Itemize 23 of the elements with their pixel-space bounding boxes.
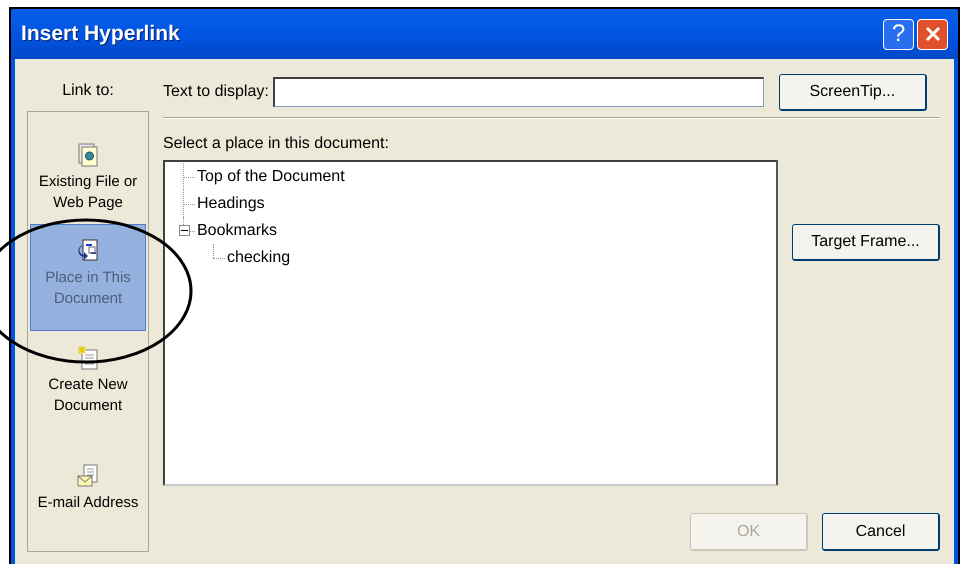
close-icon (924, 25, 942, 43)
dialog-button[interactable]: Cancel (822, 513, 940, 551)
tree-item[interactable]: Headings (195, 192, 267, 216)
screentip-button[interactable]: ScreenTip... (778, 74, 927, 110)
tree-item[interactable]: checking (225, 246, 292, 270)
help-button[interactable]: ? (883, 18, 914, 50)
target-frame-button[interactable]: Target Frame... (792, 224, 940, 261)
text-to-display-label: Text to display: (163, 82, 269, 102)
link-to-label: Link to: (61, 81, 115, 101)
link-to-option[interactable]: Existing File or Web Page (30, 128, 146, 224)
collapse-toggle[interactable] (178, 225, 190, 236)
tree-item[interactable]: Bookmarks (195, 218, 280, 242)
window-title: Insert Hyperlink (21, 21, 180, 48)
close-button[interactable] (917, 18, 948, 50)
link-to-option[interactable]: E-mail Address (30, 449, 146, 529)
link-to-option[interactable]: Create New Document (30, 331, 146, 449)
text-to-display-field[interactable] (272, 77, 764, 107)
document-arrow-icon (77, 239, 99, 263)
document-envelope-icon (77, 464, 99, 488)
document-globe-icon (78, 143, 98, 167)
place-list-label: Select a place in this document: (163, 134, 390, 154)
new-document-icon (77, 346, 99, 370)
tree-item[interactable]: Top of the Document (195, 164, 347, 188)
